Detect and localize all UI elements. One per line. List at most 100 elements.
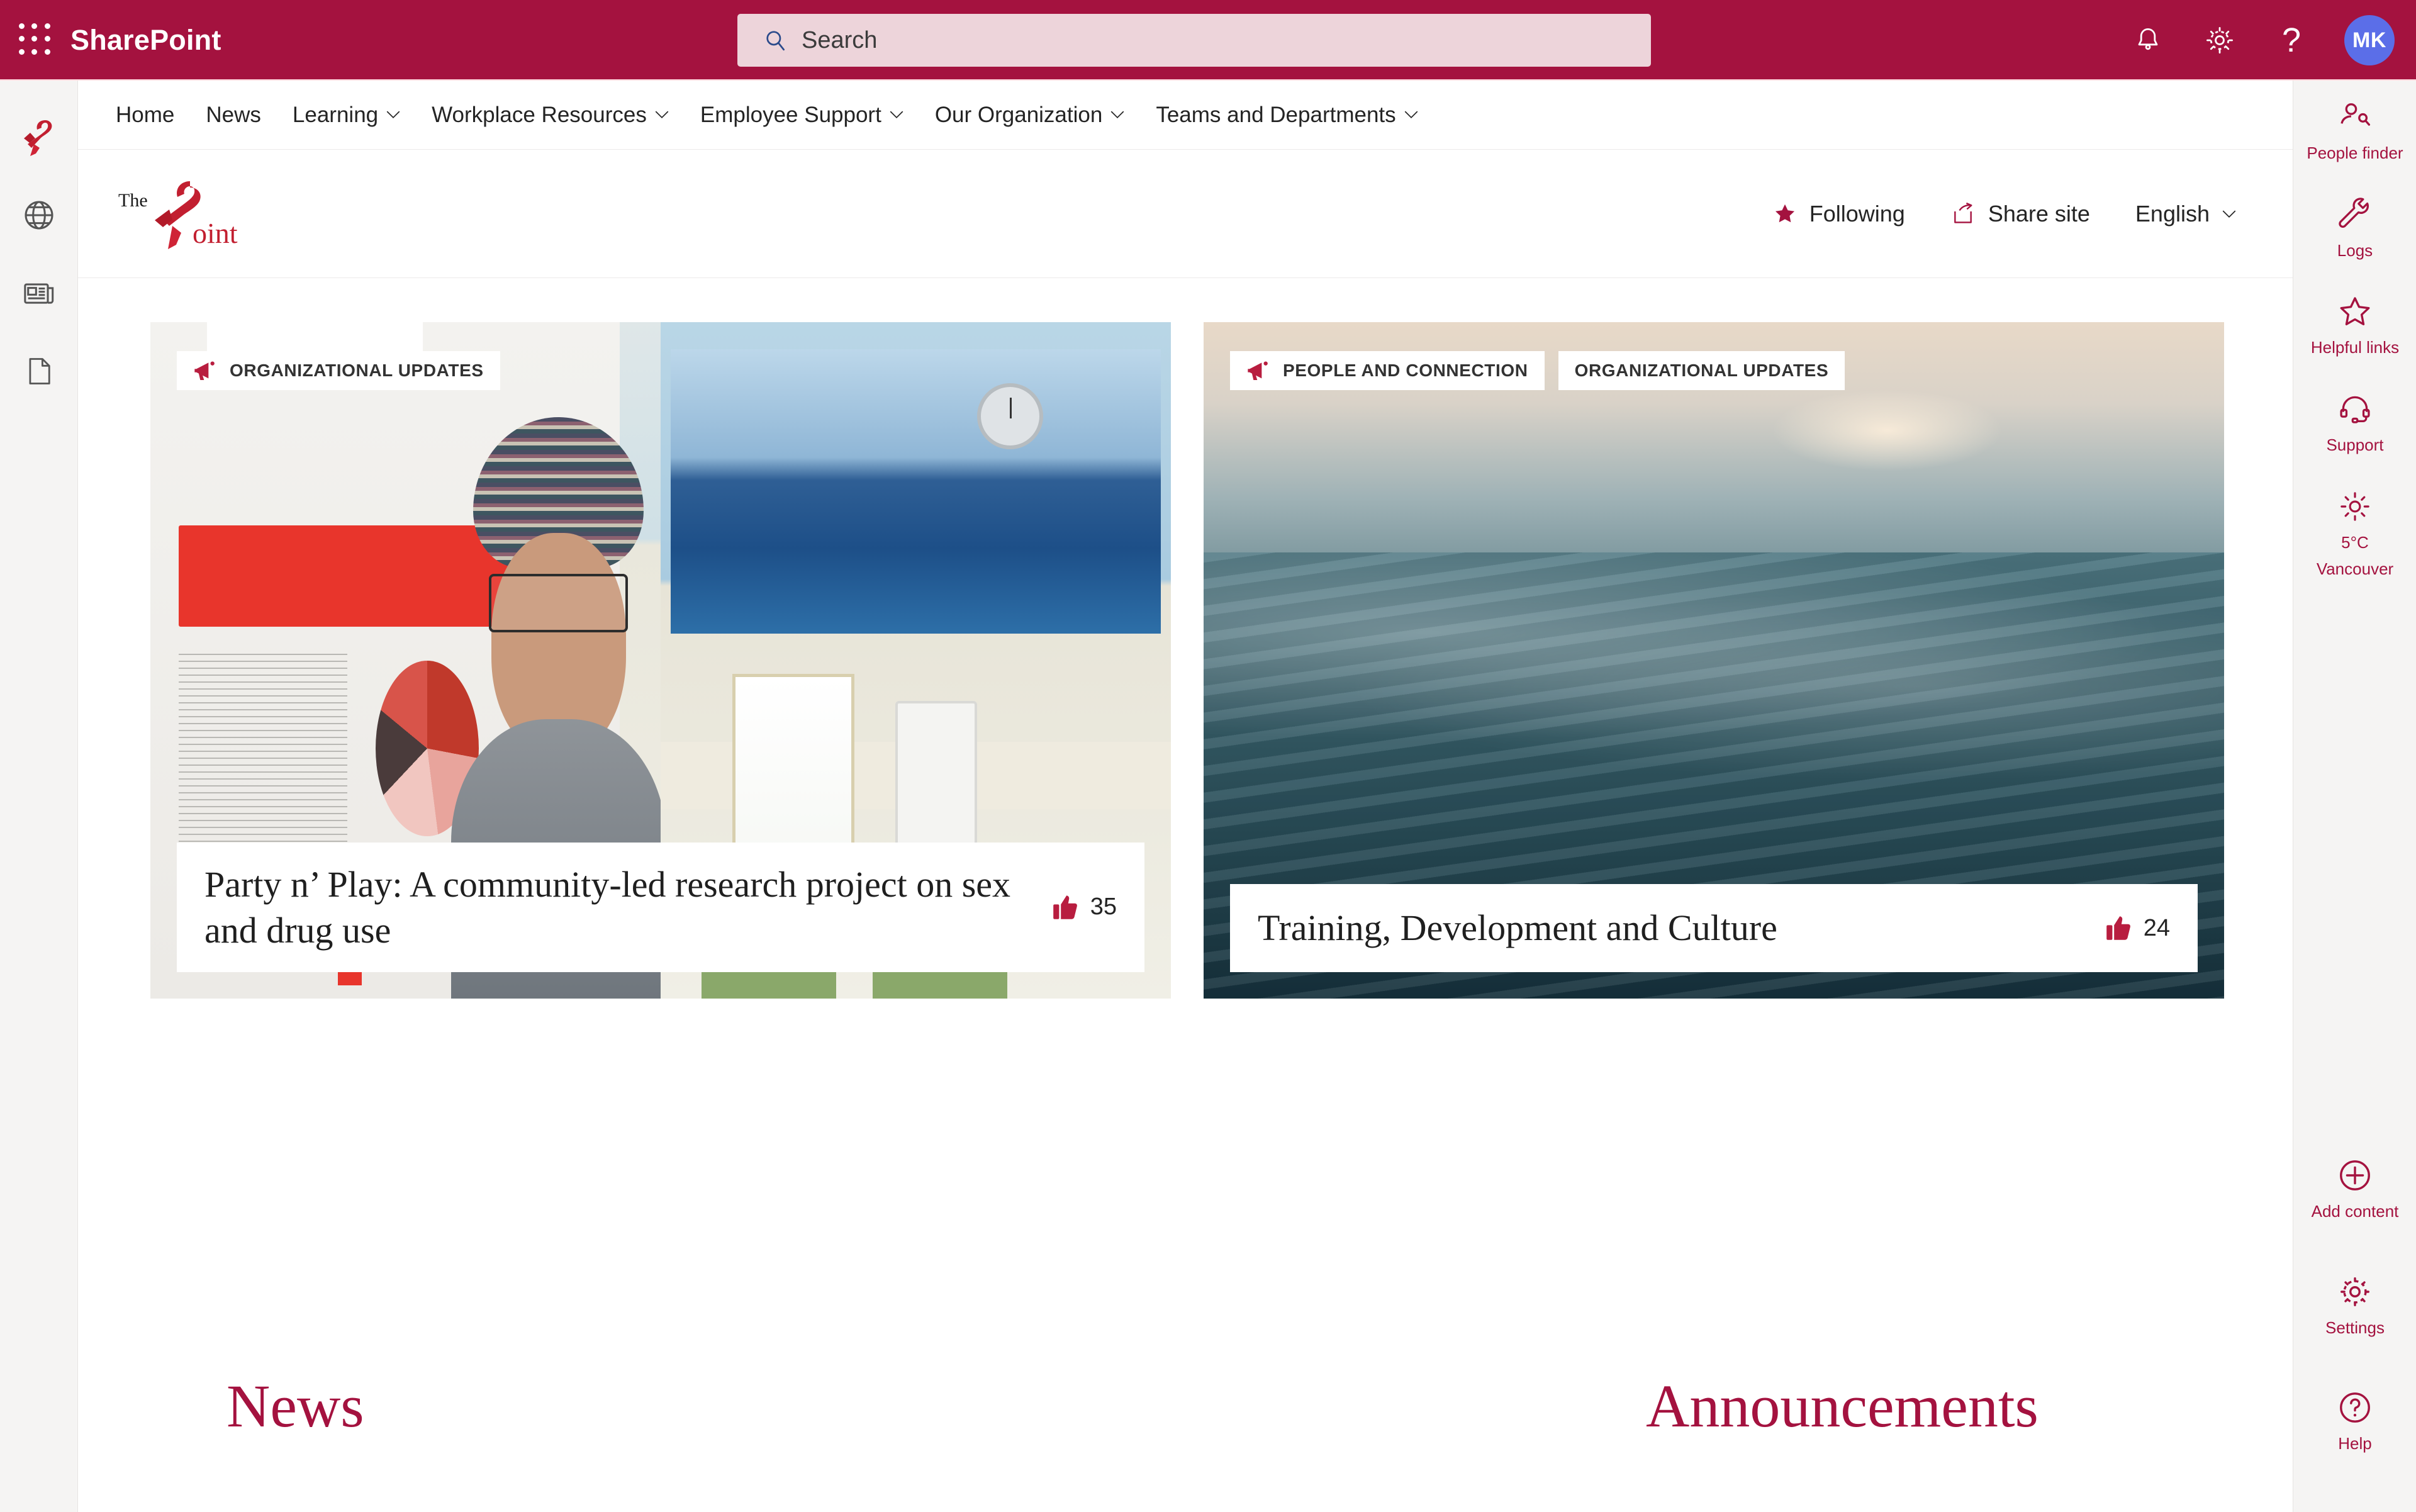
badge-organizational-updates[interactable]: ORGANIZATIONAL UPDATES xyxy=(177,351,500,390)
badge-label: ORGANIZATIONAL UPDATES xyxy=(1574,361,1829,380)
plus-circle-icon xyxy=(2336,1156,2374,1194)
right-rail-label: Settings xyxy=(2325,1318,2385,1337)
announcements-section-heading: Announcements xyxy=(1646,1372,2038,1440)
hero-card-1[interactable]: ORGANIZATIONAL UPDATES Party n’ Play: A … xyxy=(150,322,1171,999)
right-rail-label: Help xyxy=(2338,1434,2372,1453)
language-selector[interactable]: English xyxy=(2135,201,2236,227)
nav-label: Home xyxy=(116,102,175,127)
right-rail-item-add-content[interactable]: Add content xyxy=(2293,1156,2416,1221)
chevron-down-icon xyxy=(386,111,400,119)
share-site-label: Share site xyxy=(1988,201,2090,227)
suite-bar: SharePoint Search ? MK xyxy=(0,0,2416,81)
site-header: The oint Following Share site English xyxy=(78,150,2293,278)
nav-label: Workplace Resources xyxy=(432,102,647,127)
megaphone-icon xyxy=(1248,361,1268,380)
sun-icon xyxy=(2336,488,2374,525)
hero-2-likes[interactable]: 24 xyxy=(2102,913,2170,943)
svg-text:oint: oint xyxy=(193,217,238,249)
badge-organizational-updates[interactable]: ORGANIZATIONAL UPDATES xyxy=(1558,351,1845,390)
avatar[interactable]: MK xyxy=(2344,15,2395,65)
hero-2-title[interactable]: Training, Development and Culture xyxy=(1258,905,2087,951)
page-icon[interactable] xyxy=(0,332,78,410)
right-rail-item-people-finder[interactable]: People finder xyxy=(2293,98,2416,163)
svg-text:The: The xyxy=(118,190,148,211)
hero-1-caption: Party n’ Play: A community-led research … xyxy=(177,842,1144,972)
search-placeholder: Search xyxy=(802,26,878,53)
nav-item-workplace-resources[interactable]: Workplace Resources xyxy=(416,81,685,150)
the-point-logo-icon: The oint xyxy=(118,181,238,249)
hero-2-like-count: 24 xyxy=(2143,914,2170,941)
nav-item-employee-support[interactable]: Employee Support xyxy=(685,81,919,150)
star-outline-icon xyxy=(2336,293,2374,330)
share-site-button[interactable]: Share site xyxy=(1950,201,2090,227)
right-rail: People finder Logs Helpful links Support… xyxy=(2293,81,2416,1512)
right-rail-label: Logs xyxy=(2337,240,2373,260)
site-logo-ribbon-icon[interactable] xyxy=(0,98,78,176)
bell-icon[interactable] xyxy=(2129,21,2167,59)
app-launcher-icon[interactable] xyxy=(19,23,53,57)
chevron-down-icon xyxy=(1404,111,1418,119)
thumbs-up-icon xyxy=(1053,895,1077,919)
gear-icon[interactable] xyxy=(2201,21,2239,59)
hero-1-likes[interactable]: 35 xyxy=(1049,892,1117,922)
question-mark-icon[interactable]: ? xyxy=(2273,21,2310,59)
chevron-down-icon xyxy=(655,111,669,119)
news-icon[interactable] xyxy=(0,254,78,332)
question-circle-icon xyxy=(2336,1389,2374,1426)
nav-label: Learning xyxy=(292,102,379,127)
site-header-actions: Following Share site English xyxy=(1773,150,2236,278)
nav-item-news[interactable]: News xyxy=(190,81,277,150)
right-rail-item-helpful-links[interactable]: Helpful links xyxy=(2293,293,2416,357)
hero-card-2[interactable]: PEOPLE AND CONNECTION ORGANIZATIONAL UPD… xyxy=(1204,322,2224,999)
hero-news-row: ORGANIZATIONAL UPDATES Party n’ Play: A … xyxy=(150,322,2224,999)
red-ribbon-logo-icon xyxy=(23,120,52,156)
right-rail-item-support[interactable]: Support xyxy=(2293,390,2416,455)
site-logo[interactable]: The oint xyxy=(116,180,279,249)
badge-label: ORGANIZATIONAL UPDATES xyxy=(230,361,484,380)
weather-city: Vancouver xyxy=(2316,559,2394,579)
right-rail-label: Helpful links xyxy=(2310,338,2400,357)
app-name[interactable]: SharePoint xyxy=(70,24,221,57)
right-rail-label: Support xyxy=(2326,435,2384,455)
headset-icon xyxy=(2336,390,2374,428)
right-rail-bottom-group: Add content Settings Help xyxy=(2293,1156,2416,1453)
right-rail-label: People finder xyxy=(2307,143,2403,162)
search-input[interactable]: Search xyxy=(737,14,1651,67)
nav-item-teams-and-departments[interactable]: Teams and Departments xyxy=(1140,81,1433,150)
nav-item-home[interactable]: Home xyxy=(100,81,190,150)
right-rail-label: Add content xyxy=(2311,1202,2399,1221)
people-search-icon xyxy=(2336,98,2374,136)
right-rail-item-help[interactable]: Help xyxy=(2293,1389,2416,1453)
page-canvas: ORGANIZATIONAL UPDATES Party n’ Play: A … xyxy=(78,278,2293,1512)
chevron-down-icon xyxy=(1110,111,1124,119)
nav-item-our-organization[interactable]: Our Organization xyxy=(919,81,1141,150)
nav-label: Teams and Departments xyxy=(1156,102,1396,127)
right-rail-top-group: People finder Logs Helpful links Support… xyxy=(2293,98,2416,579)
globe-icon[interactable] xyxy=(0,176,78,254)
wrench-icon xyxy=(2336,196,2374,233)
following-label: Following xyxy=(1809,201,1905,227)
sharepoint-page: SharePoint Search ? MK Home News Learnin… xyxy=(0,0,2416,1512)
right-rail-item-settings[interactable]: Settings xyxy=(2293,1273,2416,1338)
chevron-down-icon xyxy=(2222,210,2236,218)
share-icon xyxy=(1954,202,1972,223)
nav-label: News xyxy=(206,102,261,127)
top-navigation: Home News Learning Workplace Resources E… xyxy=(78,81,2293,150)
hero-1-title[interactable]: Party n’ Play: A community-led research … xyxy=(204,861,1034,953)
search-icon xyxy=(766,31,785,51)
gear-outline-icon xyxy=(2336,1273,2374,1311)
star-filled-icon xyxy=(1775,204,1794,223)
weather-temperature: 5°C xyxy=(2341,532,2369,552)
following-button[interactable]: Following xyxy=(1773,201,1905,227)
chevron-down-icon xyxy=(890,111,903,119)
hero-1-like-count: 35 xyxy=(1090,893,1117,921)
news-section-heading: News xyxy=(226,1372,364,1440)
nav-item-learning[interactable]: Learning xyxy=(277,81,416,150)
hero-2-caption: Training, Development and Culture 24 xyxy=(1230,884,2198,972)
hero-1-badges: ORGANIZATIONAL UPDATES xyxy=(177,351,500,390)
right-rail-item-logs[interactable]: Logs xyxy=(2293,196,2416,260)
right-rail-item-weather[interactable]: 5°C Vancouver xyxy=(2293,488,2416,579)
badge-people-and-connection[interactable]: PEOPLE AND CONNECTION xyxy=(1230,351,1545,390)
language-label: English xyxy=(2135,201,2210,227)
hero-2-badges: PEOPLE AND CONNECTION ORGANIZATIONAL UPD… xyxy=(1230,351,1845,390)
